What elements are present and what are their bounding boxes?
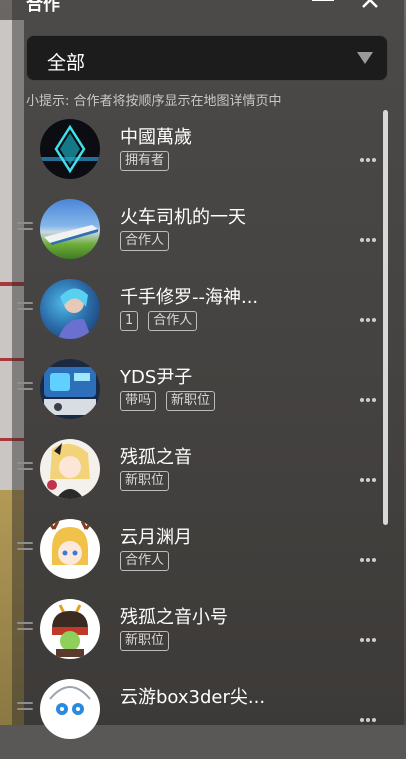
member-tags: 拥有者	[120, 149, 179, 171]
member-name: 中國萬歲	[120, 127, 192, 148]
member-name: 残孤之音小号	[120, 607, 228, 628]
role-tag: 合作人	[120, 551, 170, 571]
role-tag: 带吗	[120, 391, 157, 411]
list-item: 中國萬歲 拥有者	[0, 119, 406, 199]
member-tags: 1 合作人	[120, 309, 207, 331]
role-tag: 拥有者	[120, 151, 170, 171]
member-tags: 新职位	[120, 469, 179, 491]
character-avatar-icon	[58, 288, 92, 339]
avatar	[40, 279, 100, 339]
drag-handle-icon[interactable]	[17, 542, 33, 552]
more-icon[interactable]	[360, 147, 380, 162]
member-name: YDS尹子	[120, 367, 193, 388]
avatar	[40, 439, 100, 499]
more-icon[interactable]	[360, 547, 380, 562]
member-name: 云月渊月	[120, 527, 192, 548]
role-tag: 新职位	[120, 471, 170, 491]
role-tag: 新职位	[166, 391, 216, 411]
list-item: 云游box3der尖...	[0, 679, 406, 759]
drag-handle-icon[interactable]	[17, 302, 33, 312]
member-name: 云游box3der尖...	[120, 687, 266, 708]
train-avatar-icon	[44, 225, 98, 245]
member-tags: 合作人	[120, 229, 179, 251]
diamond-avatar-icon	[40, 124, 100, 174]
more-icon[interactable]	[360, 227, 380, 242]
avatar	[40, 679, 100, 739]
samurai-avatar-icon	[52, 604, 88, 657]
avatar	[40, 199, 100, 259]
more-icon[interactable]	[360, 707, 380, 722]
drag-handle-icon[interactable]	[17, 462, 33, 472]
role-tag: 合作人	[120, 231, 170, 251]
member-name: 千手修罗--海神...	[120, 287, 259, 308]
list-item: 残孤之音 新职位	[0, 439, 406, 519]
avatar	[40, 599, 100, 659]
list-item: 火车司机的一天 合作人	[0, 199, 406, 279]
member-name: 火车司机的一天	[120, 207, 246, 228]
drag-handle-icon[interactable]	[17, 622, 33, 632]
list-item: YDS尹子 带吗 新职位	[0, 359, 406, 439]
member-name: 残孤之音	[120, 447, 192, 468]
drag-handle-icon[interactable]	[17, 222, 33, 232]
more-icon[interactable]	[360, 387, 380, 402]
machine-avatar-icon	[44, 367, 96, 415]
chibi-avatar-icon	[46, 520, 94, 565]
list-item: 云月渊月 合作人	[0, 519, 406, 599]
avatar	[40, 519, 100, 579]
drag-handle-icon[interactable]	[17, 382, 33, 392]
more-icon[interactable]	[360, 627, 380, 642]
more-icon[interactable]	[360, 467, 380, 482]
blue-eyes-avatar-icon	[49, 686, 91, 715]
member-tags: 带吗 新职位	[120, 389, 225, 411]
level-tag: 1	[120, 311, 139, 331]
anime-girl-avatar-icon	[47, 443, 90, 499]
avatar	[40, 359, 100, 419]
avatar	[40, 119, 100, 179]
drag-handle-icon[interactable]	[17, 702, 33, 712]
list-item: 千手修罗--海神... 1 合作人	[0, 279, 406, 359]
member-tags: 新职位	[120, 629, 179, 651]
member-tags: 合作人	[120, 549, 179, 571]
more-icon[interactable]	[360, 307, 380, 322]
list-item: 残孤之音小号 新职位	[0, 599, 406, 679]
collaborator-list: 中國萬歲 拥有者 火车司机的一天 合作人 千手修罗--海神... 1 合作人 Y…	[0, 0, 406, 739]
role-tag: 新职位	[120, 631, 170, 651]
role-tag: 合作人	[148, 311, 198, 331]
